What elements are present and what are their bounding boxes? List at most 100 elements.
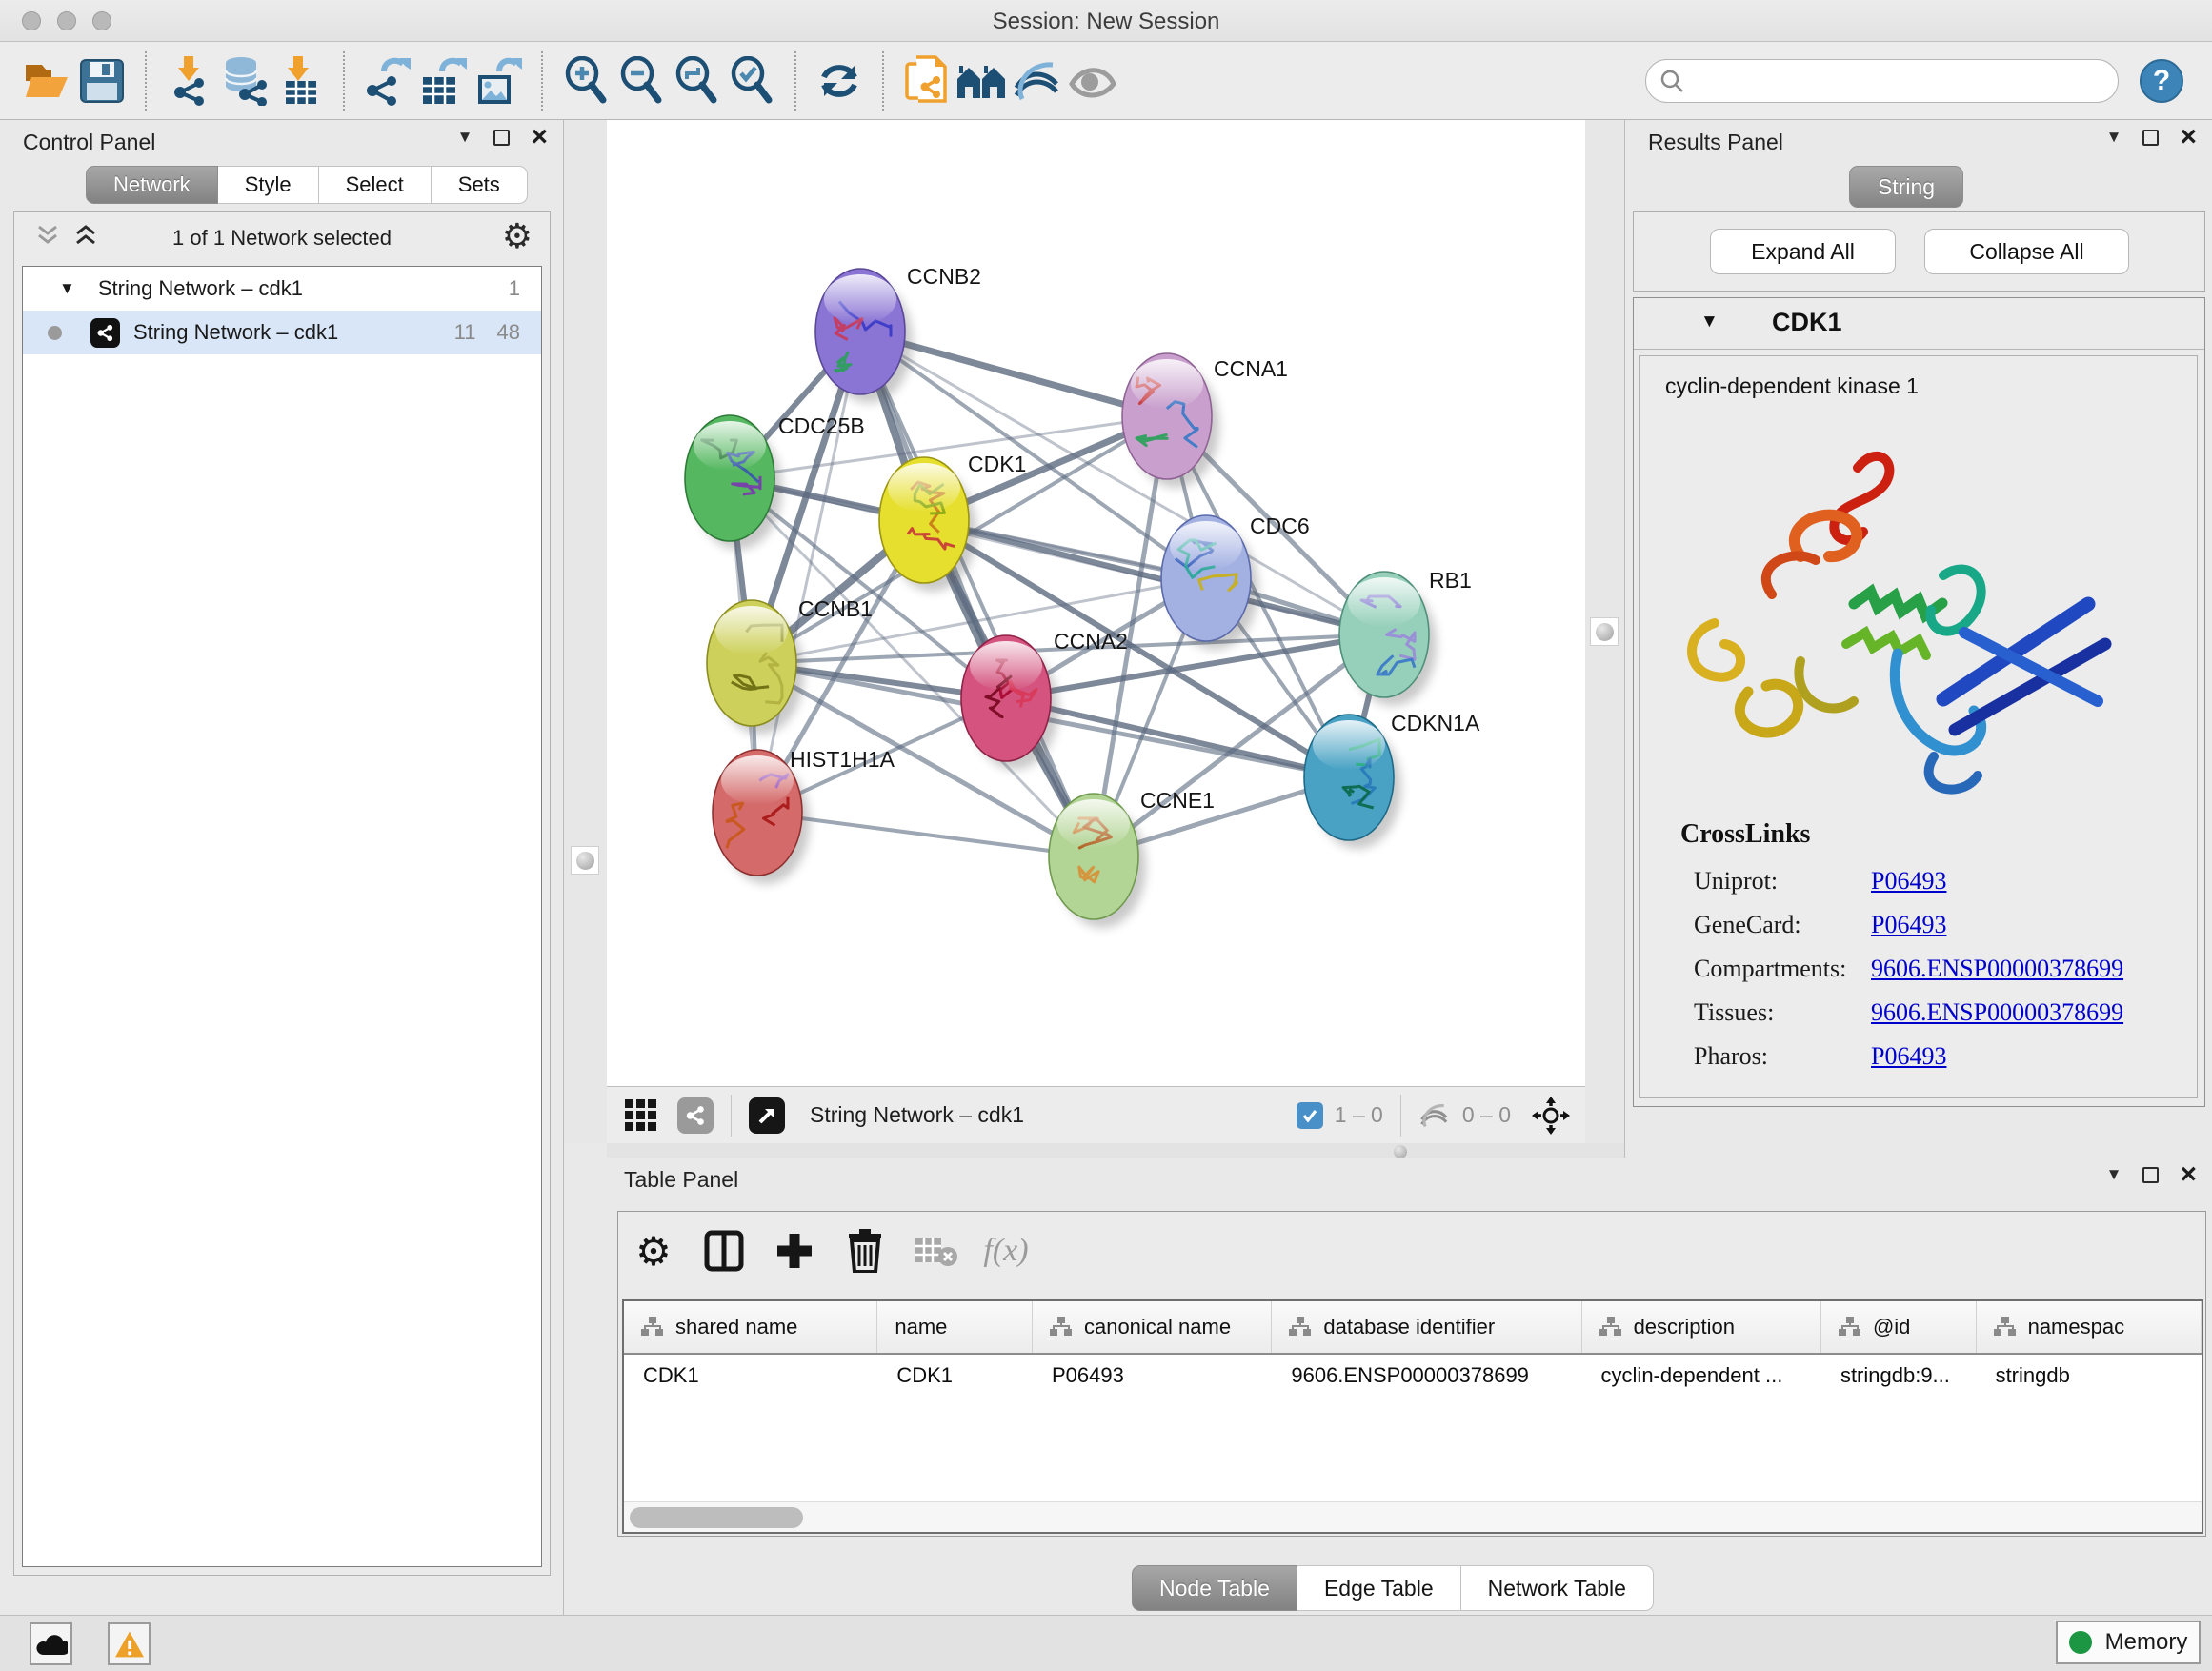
crosslink-label: Pharos:	[1694, 1042, 1871, 1071]
network-view-toolbar: String Network – cdk1 1 – 0 0 – 0	[607, 1086, 1585, 1143]
crosslink-value[interactable]: 9606.ENSP00000378699	[1871, 998, 2123, 1026]
panel-menu-icon[interactable]: ▼	[2106, 128, 2122, 147]
crosslink-value[interactable]: 9606.ENSP00000378699	[1871, 955, 2123, 982]
selected-checkbox-icon[interactable]	[1297, 1102, 1323, 1129]
crosslink-value[interactable]: P06493	[1871, 1042, 1946, 1070]
gear-icon[interactable]: ⚙	[618, 1220, 689, 1281]
close-panel-icon[interactable]: ×	[2180, 1165, 2197, 1184]
horizontal-scrollbar[interactable]	[624, 1501, 2202, 1532]
column-header-canonical-name[interactable]: canonical name	[1033, 1301, 1272, 1353]
column-header-name[interactable]: name	[877, 1301, 1033, 1353]
export-image-icon[interactable]	[471, 50, 526, 111]
close-panel-icon[interactable]: ×	[531, 128, 548, 147]
show-hidden-icon[interactable]	[1065, 50, 1120, 111]
open-in-window-icon[interactable]	[749, 1097, 785, 1134]
network-edge-CCNB2-CCNE1[interactable]	[860, 332, 1094, 856]
network-collection-row[interactable]: ▼ String Network – cdk1 1	[23, 267, 541, 311]
add-column-icon[interactable]	[759, 1220, 830, 1281]
splitter-right[interactable]	[1585, 120, 1624, 1158]
network-canvas[interactable]: CCNB2CCNA1CDC25BCDK1CDC6RB1CCNB1CCNA2CDK…	[607, 120, 1585, 1086]
open-session-icon[interactable]	[19, 50, 74, 111]
memory-button[interactable]: Memory	[2056, 1621, 2201, 1664]
column-header-database-identifier[interactable]: database identifier	[1272, 1301, 1581, 1353]
panel-menu-icon[interactable]: ▼	[2106, 1165, 2122, 1184]
float-panel-icon[interactable]	[2142, 130, 2159, 146]
network-row[interactable]: String Network – cdk1 11 48	[23, 311, 541, 354]
tab-node-table[interactable]: Node Table	[1132, 1565, 1297, 1611]
splitter-handle[interactable]	[1394, 1145, 1407, 1158]
splitter-handle[interactable]	[571, 846, 599, 875]
splitter-left[interactable]	[564, 120, 607, 1143]
crosslink-label: Uniprot:	[1694, 867, 1871, 896]
zoom-in-icon[interactable]	[558, 50, 613, 111]
protein-structure-image	[1658, 415, 2180, 808]
tab-edge-table[interactable]: Edge Table	[1297, 1565, 1461, 1611]
zoom-selected-icon[interactable]	[724, 50, 779, 111]
move-crosshair-icon[interactable]	[1532, 1097, 1570, 1135]
network-node-HIST1H1A[interactable]: HIST1H1A	[713, 747, 895, 884]
zoom-fit-icon[interactable]	[669, 50, 724, 111]
clone-network-icon[interactable]	[899, 50, 955, 111]
refresh-layout-icon[interactable]	[812, 50, 867, 111]
network-node-CDKN1A[interactable]: CDKN1A	[1304, 711, 1480, 849]
crosslink-value[interactable]: P06493	[1871, 867, 1946, 895]
share-view-icon[interactable]	[677, 1097, 714, 1134]
columns-icon[interactable]	[689, 1220, 759, 1281]
network-node-CDC6[interactable]: CDC6	[1161, 513, 1310, 650]
network-node-CCNB2[interactable]: CCNB2	[815, 264, 981, 403]
network-share-icon	[90, 318, 120, 348]
float-panel-icon[interactable]	[2142, 1167, 2159, 1183]
shared-column-icon	[1599, 1317, 1622, 1338]
hide-selected-icon[interactable]	[1010, 50, 1065, 111]
tab-sets[interactable]: Sets	[432, 166, 528, 204]
network-node-RB1[interactable]: RB1	[1339, 568, 1472, 706]
network-node-CCNB1[interactable]: CCNB1	[707, 596, 873, 735]
network-node-CCNE1[interactable]: CCNE1	[1049, 788, 1215, 928]
splitter-handle[interactable]	[1590, 617, 1619, 646]
column-header-shared-name[interactable]: shared name	[624, 1301, 877, 1353]
tab-network[interactable]: Network	[86, 166, 218, 204]
function-icon[interactable]: f(x)	[971, 1220, 1041, 1281]
export-network-icon[interactable]	[360, 50, 415, 111]
trash-icon[interactable]	[830, 1220, 900, 1281]
tab-style[interactable]: Style	[218, 166, 319, 204]
tab-string[interactable]: String	[1849, 166, 1963, 208]
table-cell: P06493	[1033, 1355, 1272, 1397]
gear-icon[interactable]: ⚙	[502, 216, 533, 256]
network-node-CDC25B[interactable]: CDC25B	[685, 413, 865, 550]
expand-all-button[interactable]: Expand All	[1710, 229, 1896, 274]
network-view-title: String Network – cdk1	[810, 1102, 1024, 1128]
scrollbar-thumb[interactable]	[630, 1507, 803, 1528]
warning-icon[interactable]	[108, 1622, 151, 1665]
tab-network-table[interactable]: Network Table	[1461, 1565, 1654, 1611]
grid-view-icon[interactable]	[624, 1098, 658, 1133]
column-header-namespac[interactable]: namespac	[1977, 1301, 2202, 1353]
section-expand-icon[interactable]: ▼	[1700, 312, 1719, 332]
collection-expand-icon[interactable]: ▼	[59, 279, 75, 298]
search-box[interactable]	[1645, 59, 2119, 103]
network-node-CCNA1[interactable]: CCNA1	[1122, 353, 1288, 488]
collapse-all-button[interactable]: Collapse All	[1924, 229, 2129, 274]
search-input[interactable]	[1684, 69, 2104, 93]
houses-icon[interactable]	[955, 50, 1010, 111]
column-header-description[interactable]: description	[1582, 1301, 1821, 1353]
hidden-count: 0 – 0	[1462, 1102, 1511, 1128]
zoom-out-icon[interactable]	[613, 50, 669, 111]
import-network-file-icon[interactable]	[162, 50, 217, 111]
table-row[interactable]: CDK1CDK1P064939606.ENSP00000378699cyclin…	[624, 1355, 2202, 1397]
column-header-@id[interactable]: @id	[1821, 1301, 1977, 1353]
crosslink-value[interactable]: P06493	[1871, 911, 1946, 938]
delete-table-icon[interactable]	[900, 1220, 971, 1281]
gene-section-header[interactable]: ▼ CDK1	[1634, 298, 2204, 350]
tab-select[interactable]: Select	[319, 166, 432, 204]
panel-menu-icon[interactable]: ▼	[457, 128, 473, 147]
column-label: description	[1634, 1315, 1735, 1339]
export-table-icon[interactable]	[415, 50, 471, 111]
import-network-database-icon[interactable]	[217, 50, 272, 111]
close-panel-icon[interactable]: ×	[2180, 128, 2197, 147]
float-panel-icon[interactable]	[493, 130, 510, 146]
help-icon[interactable]: ?	[2140, 59, 2183, 103]
cloud-icon[interactable]	[30, 1622, 72, 1665]
import-table-icon[interactable]	[272, 50, 328, 111]
save-session-icon[interactable]	[74, 50, 130, 111]
